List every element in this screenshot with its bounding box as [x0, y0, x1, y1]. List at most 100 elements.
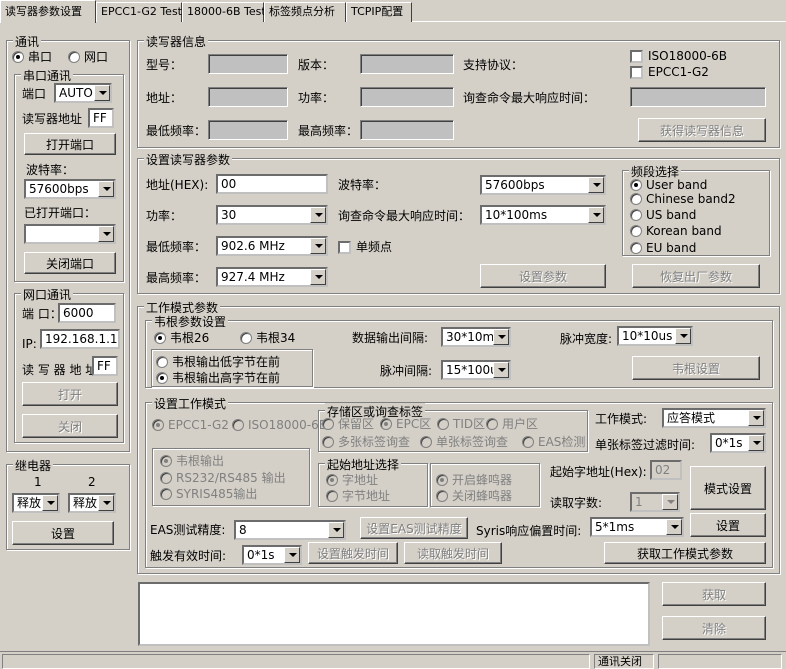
radio-icon: [630, 225, 642, 237]
chevron-down-icon[interactable]: [662, 494, 678, 510]
mode-epc-radio[interactable]: EPCC1-G2: [152, 418, 229, 432]
mode-apply-button[interactable]: 设置: [690, 513, 766, 537]
buzzer-on-radio[interactable]: 开启蜂鸣器: [436, 473, 512, 487]
restore-factory-button[interactable]: 恢复出厂参数: [632, 264, 760, 288]
tab-18000-test[interactable]: 18000-6B Test: [182, 2, 266, 22]
tab-reader-params[interactable]: 读写器参数设置: [0, 0, 96, 23]
chevron-down-icon[interactable]: [98, 495, 114, 511]
relay-set-button[interactable]: 设置: [12, 521, 114, 545]
set-resp-select[interactable]: 10*100ms: [480, 205, 606, 225]
chevron-down-icon[interactable]: [94, 85, 110, 101]
network-radio[interactable]: 网口: [68, 50, 108, 64]
tab-epc-test[interactable]: EPCC1-G2 Test: [96, 2, 182, 22]
byte-addr-radio[interactable]: 字节地址: [326, 489, 390, 503]
net-close-button[interactable]: 关闭: [22, 414, 118, 438]
serial-radio[interactable]: 串口: [12, 50, 52, 64]
chevron-down-icon[interactable]: [310, 238, 326, 254]
pulse-width-select[interactable]: 10*10us: [617, 326, 693, 346]
start-addr-title: 起始地址选择: [325, 456, 402, 473]
band-chinese-radio[interactable]: Chinese band2: [630, 192, 736, 206]
baud-select[interactable]: 57600bps: [24, 179, 116, 199]
reserve-radio[interactable]: 保留区: [322, 417, 374, 431]
set-trigger-button[interactable]: 设置触发时间: [308, 542, 398, 564]
work-mode-select[interactable]: 应答模式: [662, 408, 766, 428]
band-eu-radio[interactable]: EU band: [630, 241, 696, 255]
mode-iso-radio[interactable]: ISO18000-6B: [232, 418, 327, 432]
band-user-radio[interactable]: User band: [630, 178, 707, 192]
relay1-select[interactable]: 释放: [12, 493, 60, 513]
chevron-down-icon[interactable]: [42, 495, 58, 511]
chevron-down-icon[interactable]: [98, 226, 114, 242]
tab-frequency-analysis[interactable]: 标签频点分析: [264, 2, 346, 22]
set-power-select[interactable]: 30: [216, 205, 328, 225]
wiegand-set-button[interactable]: 韦根设置: [632, 356, 760, 380]
single-freq-checkbox[interactable]: 单频点: [338, 240, 392, 254]
eas-detect-radio[interactable]: EAS检测: [522, 435, 585, 449]
chevron-down-icon[interactable]: [98, 181, 114, 197]
chevron-down-icon[interactable]: [493, 362, 509, 378]
pulse-interval-select[interactable]: 15*100us: [441, 360, 511, 380]
chevron-down-icon[interactable]: [748, 410, 764, 426]
net-addr-input[interactable]: FF: [92, 356, 118, 376]
start-word-input[interactable]: 02: [650, 460, 682, 480]
port-select[interactable]: AUTO: [54, 83, 112, 103]
net-open-button[interactable]: 打开: [22, 382, 118, 406]
tid-radio[interactable]: TID区: [437, 417, 485, 431]
chevron-down-icon[interactable]: [310, 269, 326, 285]
close-port-button[interactable]: 关闭端口: [24, 252, 116, 274]
buzzer-off-radio[interactable]: 关闭蜂鸣器: [436, 489, 512, 503]
read-trigger-button[interactable]: 读取触发时间: [404, 542, 502, 564]
single-tag-radio[interactable]: 单张标签询查: [420, 435, 508, 449]
mode-set-button[interactable]: 模式设置: [690, 466, 766, 510]
net-port-input[interactable]: 6000: [58, 303, 116, 323]
wiegand26-radio[interactable]: 韦根26: [154, 331, 209, 345]
chevron-down-icon[interactable]: [493, 329, 509, 345]
set-minf-select[interactable]: 902.6 MHz: [216, 236, 328, 256]
set-params-button[interactable]: 设置参数: [480, 264, 606, 288]
get-reader-info-button[interactable]: 获得读写器信息: [638, 118, 766, 142]
log-textarea[interactable]: [138, 582, 650, 646]
epcc1-checkbox[interactable]: EPCC1-G2: [630, 65, 709, 79]
band-korean-radio[interactable]: Korean band: [630, 224, 722, 238]
set-baud-select[interactable]: 57600bps: [480, 175, 606, 195]
read-len-select[interactable]: 1: [630, 492, 680, 512]
set-maxf-select[interactable]: 927.4 MHz: [216, 267, 328, 287]
open-port-button[interactable]: 打开端口: [24, 133, 116, 155]
epc-area-radio[interactable]: EPC区: [380, 417, 431, 431]
syris-offset-select[interactable]: 5*1ms: [590, 517, 684, 537]
opened-port-select[interactable]: [24, 224, 116, 244]
ip-input[interactable]: 192.168.1.192: [40, 329, 120, 349]
tab-bar: 读写器参数设置 EPCC1-G2 Test 18000-6B Test 标签频点…: [0, 0, 786, 23]
high-byte-first-radio[interactable]: 韦根输出高字节在前: [156, 371, 280, 385]
low-byte-first-radio[interactable]: 韦根输出低字节在前: [156, 355, 280, 369]
log-get-button[interactable]: 获取: [662, 582, 766, 606]
filter-time-select[interactable]: 0*1s: [710, 433, 766, 453]
log-clear-button[interactable]: 清除: [662, 616, 766, 640]
set-eas-button[interactable]: 设置EAS测试精度: [360, 517, 468, 539]
chevron-down-icon[interactable]: [328, 522, 344, 538]
chevron-down-icon[interactable]: [310, 207, 326, 223]
user-area-radio[interactable]: 用户区: [486, 417, 538, 431]
trigger-time-select[interactable]: 0*1s: [242, 545, 302, 565]
syris-output-radio[interactable]: SYRIS485输出: [160, 487, 257, 501]
multi-tag-radio[interactable]: 多张标签询查: [322, 435, 410, 449]
chevron-down-icon[interactable]: [675, 328, 691, 344]
set-addr-input[interactable]: 00: [216, 174, 328, 194]
tab-tcpip[interactable]: TCPIP配置: [346, 2, 412, 22]
eas-precision-select[interactable]: 8: [234, 520, 346, 540]
wiegand34-radio[interactable]: 韦根34: [240, 331, 295, 345]
chevron-down-icon[interactable]: [284, 547, 300, 563]
rs-output-radio[interactable]: RS232/RS485 输出: [160, 471, 286, 485]
chevron-down-icon[interactable]: [588, 177, 604, 193]
relay2-select[interactable]: 释放: [68, 493, 116, 513]
get-work-mode-button[interactable]: 获取工作模式参数: [604, 542, 766, 564]
word-addr-radio[interactable]: 字地址: [326, 473, 378, 487]
iso18000-checkbox[interactable]: ISO18000-6B: [630, 49, 727, 63]
reader-addr-input[interactable]: FF: [88, 108, 114, 128]
band-us-radio[interactable]: US band: [630, 208, 696, 222]
chevron-down-icon[interactable]: [748, 435, 764, 451]
chevron-down-icon[interactable]: [666, 519, 682, 535]
wiegand-output-radio[interactable]: 韦根输出: [160, 454, 224, 468]
interval-select[interactable]: 30*10ms: [441, 327, 511, 347]
chevron-down-icon[interactable]: [588, 207, 604, 223]
